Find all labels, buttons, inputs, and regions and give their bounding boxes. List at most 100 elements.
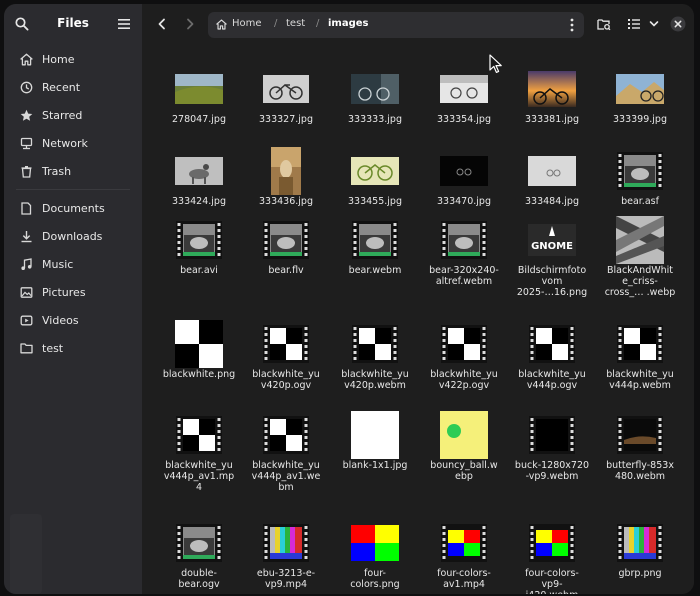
file-name: 333455.jpg	[348, 196, 402, 207]
sidebar-item-music[interactable]: Music	[4, 250, 142, 278]
back-button[interactable]	[150, 12, 174, 36]
sidebar-item-label: Downloads	[42, 229, 103, 243]
file-thumbnail	[421, 324, 507, 364]
file-name: four- colors.png	[350, 568, 400, 590]
sidebar-item-label: test	[42, 341, 64, 355]
sidebar-item-label: Starred	[42, 108, 83, 122]
file-thumbnail	[332, 523, 418, 563]
path-menu-button[interactable]	[560, 13, 584, 37]
file-thumbnail	[332, 324, 418, 364]
file-name: 333381.jpg	[525, 114, 579, 125]
folder-search-button[interactable]	[592, 12, 616, 36]
breadcrumb-separator: /	[316, 18, 320, 29]
picture-icon	[16, 286, 36, 299]
sidebar-item-trash[interactable]: Trash	[4, 157, 142, 185]
file-name: 333436.jpg	[259, 196, 313, 207]
file-thumbnail: GNOME	[509, 220, 595, 260]
file-name: bear.avi	[180, 265, 218, 276]
hamburger-icon	[118, 19, 130, 29]
file-thumbnail	[156, 320, 242, 368]
sidebar-item-label: Home	[42, 52, 75, 66]
download-icon	[16, 230, 36, 243]
file-thumbnail	[156, 415, 242, 455]
sidebar-item-documents[interactable]: Documents	[4, 194, 142, 222]
sidebar-item-videos[interactable]: Videos	[4, 306, 142, 334]
file-grid: 278047.jpg 333327.jpg 333333.jpg 333354.jpg…	[142, 44, 694, 594]
view-options-button[interactable]	[642, 12, 666, 36]
breadcrumb-home[interactable]: Home	[232, 18, 262, 29]
file-name: blackwhite_yu v444p_av1.mp 4	[163, 460, 235, 493]
close-icon	[670, 16, 686, 32]
file-name: blackwhite_yu v422p.ogv	[430, 369, 498, 391]
file-thumbnail	[332, 151, 418, 191]
file-thumbnail	[156, 523, 242, 563]
file-thumbnail	[332, 220, 418, 260]
home-icon	[216, 19, 227, 30]
header-bar: Home / test / images	[142, 4, 694, 44]
home-icon	[16, 53, 36, 66]
sidebar-item-recent[interactable]: Recent	[4, 73, 142, 101]
file-thumbnail	[421, 151, 507, 191]
file-name: four-colors- vp9- i420.webm	[525, 568, 579, 594]
forward-button[interactable]	[178, 12, 202, 36]
file-name: 333484.jpg	[525, 196, 579, 207]
video-icon	[16, 314, 36, 327]
file-name: blackwhite_yu v444p_av1.we bm	[251, 460, 321, 493]
file-name: blackwhite.png	[162, 369, 236, 380]
file-thumbnail	[421, 220, 507, 260]
network-icon	[16, 137, 36, 150]
file-name: ebu-3213-e- vp9.mp4	[256, 568, 316, 590]
file-thumbnail	[597, 216, 683, 264]
sidebar-separator	[16, 189, 130, 190]
main-menu-button[interactable]	[112, 12, 136, 36]
file-name: bear.asf	[621, 196, 659, 207]
chevron-right-icon	[187, 18, 194, 30]
file-name: 333399.jpg	[613, 114, 667, 125]
sidebar: Files Home Recent Starred Network Trash	[4, 4, 142, 594]
trash-icon	[16, 165, 36, 178]
file-name: double- bear.ogv	[178, 568, 220, 590]
file-thumbnail	[509, 324, 595, 364]
file-name: blank-1x1.jpg	[342, 460, 408, 471]
file-name: 333424.jpg	[172, 196, 226, 207]
chevron-left-icon	[158, 18, 165, 30]
sidebar-item-label: Videos	[42, 313, 79, 327]
file-thumbnail	[332, 411, 418, 459]
breadcrumb-separator: /	[274, 18, 278, 29]
breadcrumb-test[interactable]: test	[286, 18, 305, 29]
file-name: blackwhite_yu v444p.ogv	[518, 369, 586, 391]
file-thumbnail	[421, 523, 507, 563]
file-name: Bildschirmfoto vom 2025-…16.png	[516, 265, 588, 298]
star-icon	[16, 109, 36, 122]
file-name: bear.webm	[348, 265, 402, 276]
file-thumbnail	[509, 151, 595, 191]
sidebar-item-downloads[interactable]: Downloads	[4, 222, 142, 250]
file-name: blackwhite_yu v420p.ogv	[252, 369, 320, 391]
file-name: blackwhite_yu v444p.webm	[606, 369, 674, 391]
file-thumbnail	[421, 411, 507, 459]
file-name: bear-320x240- altref.webm	[429, 265, 499, 287]
file-thumbnail	[243, 69, 329, 109]
kebab-menu-icon	[570, 18, 574, 32]
breadcrumb-images[interactable]: images	[328, 18, 369, 29]
file-thumbnail	[243, 523, 329, 563]
music-icon	[16, 257, 36, 271]
file-thumbnail	[243, 324, 329, 364]
sidebar-item-label: Documents	[42, 201, 105, 215]
file-thumbnail	[156, 69, 242, 109]
file-name: 333470.jpg	[437, 196, 491, 207]
sidebar-item-label: Trash	[42, 164, 72, 178]
sidebar-item-network[interactable]: Network	[4, 129, 142, 157]
file-thumbnail	[421, 69, 507, 109]
file-thumbnail	[509, 69, 595, 109]
file-thumbnail	[597, 69, 683, 109]
folder-icon	[16, 342, 36, 354]
file-name: blackwhite_yu v420p.webm	[341, 369, 409, 391]
sidebar-item-home[interactable]: Home	[4, 45, 142, 73]
sidebar-item-starred[interactable]: Starred	[4, 101, 142, 129]
sidebar-item-test[interactable]: test	[4, 334, 142, 362]
path-bar[interactable]: Home / test / images	[208, 12, 584, 38]
close-window-button[interactable]	[666, 12, 690, 36]
file-thumbnail	[156, 220, 242, 260]
sidebar-item-pictures[interactable]: Pictures	[4, 278, 142, 306]
